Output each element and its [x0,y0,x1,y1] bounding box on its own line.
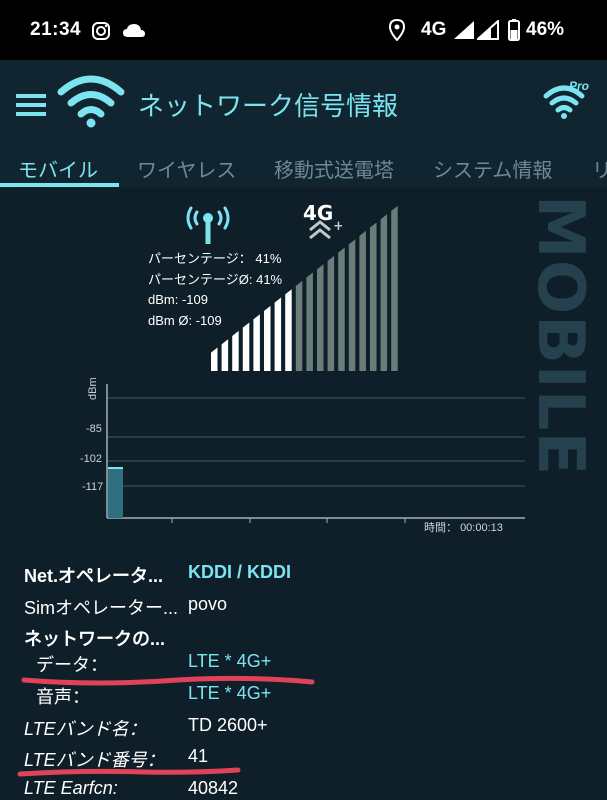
network-type: 4G [421,19,447,40]
graph-y-tick-102: -102 [80,453,103,465]
graph-time-value: 00:00:13 [460,522,503,534]
operator-label: Net.オペレータ... [24,566,164,586]
signal-stats: パーセンテージ： 41% パーセンテージØ: 41% dBm: -109 dBm… [148,249,282,331]
annotation-underline-data [21,675,315,686]
graph-y-tick-85: -85 [86,423,102,435]
signal-bar-inactive [327,255,335,371]
battery-icon [508,19,520,41]
signal-bar-active [285,289,292,371]
band-name-label: LTEバンド名： [24,719,147,739]
graph-y-tick-117: -117 [82,481,104,493]
instagram-icon [92,22,110,40]
active-tab-indicator [0,183,119,187]
cloud-icon [123,24,145,37]
signal-bar-inactive [380,214,388,371]
dbm-avg-label: dBm Ø: [148,312,193,328]
graph-time: 時間： 00:00:13 [424,519,503,535]
dbm-label: dBm: [148,292,179,307]
location-icon [388,19,406,41]
status-time: 21:34 [30,19,82,40]
signal-bar-inactive [359,230,366,371]
signal-bar-inactive [317,264,324,371]
network-label: ネットワークの... [24,629,166,649]
signal-bar-active [211,347,218,371]
signal-bar-inactive [306,272,313,371]
signal-icon-2 [477,20,499,40]
signal-bar-active [232,330,239,371]
graph-signal-bar [108,468,123,518]
wifi-icon [57,75,125,128]
signal-icon [454,21,474,39]
dbm-avg-value: -109 [195,312,222,328]
status-bar: 21:34 4G 46% [0,0,607,60]
annotation-underline-band-number [17,767,241,777]
sim-value: povo [188,594,228,614]
signal-bar-inactive [370,222,377,371]
graph-y-unit: dBm [87,377,99,400]
percentage-label: パーセンテージ： [148,251,252,266]
tab-mobile[interactable]: モバイル [18,154,98,183]
tab-system-info[interactable]: システム情報 [433,154,552,183]
info-row-band-name: LTEバンド名： TD 2600+ [0,715,607,745]
data-value: LTE * 4G+ [188,651,272,671]
percentage-avg-value: 41% [256,271,283,287]
tab-wireless[interactable]: ワイヤレス [137,154,236,183]
sim-label: Simオペレーター... [24,598,179,618]
battery-percent: 46% [526,19,565,40]
graph-time-label: 時間： [424,522,457,534]
percentage-value: 41% [255,251,282,266]
signal-bar-active [221,339,229,371]
signal-history-graph [106,384,525,523]
tab-next[interactable]: リ [592,154,607,183]
operator-value: KDDI / KDDI [188,562,291,582]
signal-bar-inactive [338,247,345,371]
signal-bar-inactive [348,239,356,371]
app-title: ネットワーク信号情報 [138,92,399,122]
pro-badge: Pro [569,79,590,93]
info-row-operator: Net.オペレータ... KDDI / KDDI [0,562,607,592]
band-name-value: TD 2600+ [188,715,268,735]
signal-bar-inactive [391,205,398,371]
info-row-sim: Simオペレーター... povo [0,594,607,624]
percentage-avg-label: パーセンテージØ: [148,271,253,287]
tab-cell-tower[interactable]: 移動式送電塔 [274,154,394,183]
signal-bar-inactive [295,280,303,371]
menu-icon[interactable] [16,92,48,118]
dbm-value: -109 [181,292,208,307]
